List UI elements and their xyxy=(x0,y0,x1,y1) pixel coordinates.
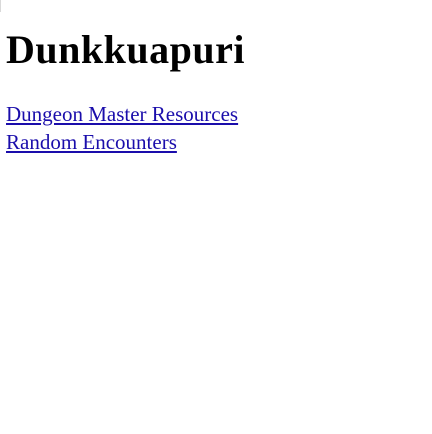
window-edge-divider xyxy=(0,0,1,12)
page-title: Dunkkuapuri xyxy=(6,27,245,72)
resource-links: Dungeon Master Resources Random Encounte… xyxy=(6,100,426,156)
random-encounters-link[interactable]: Random Encounters xyxy=(6,128,426,156)
dungeon-master-resources-link[interactable]: Dungeon Master Resources xyxy=(6,100,426,128)
page-content: Dunkkuapuri Dungeon Master Resources Ran… xyxy=(6,26,426,156)
